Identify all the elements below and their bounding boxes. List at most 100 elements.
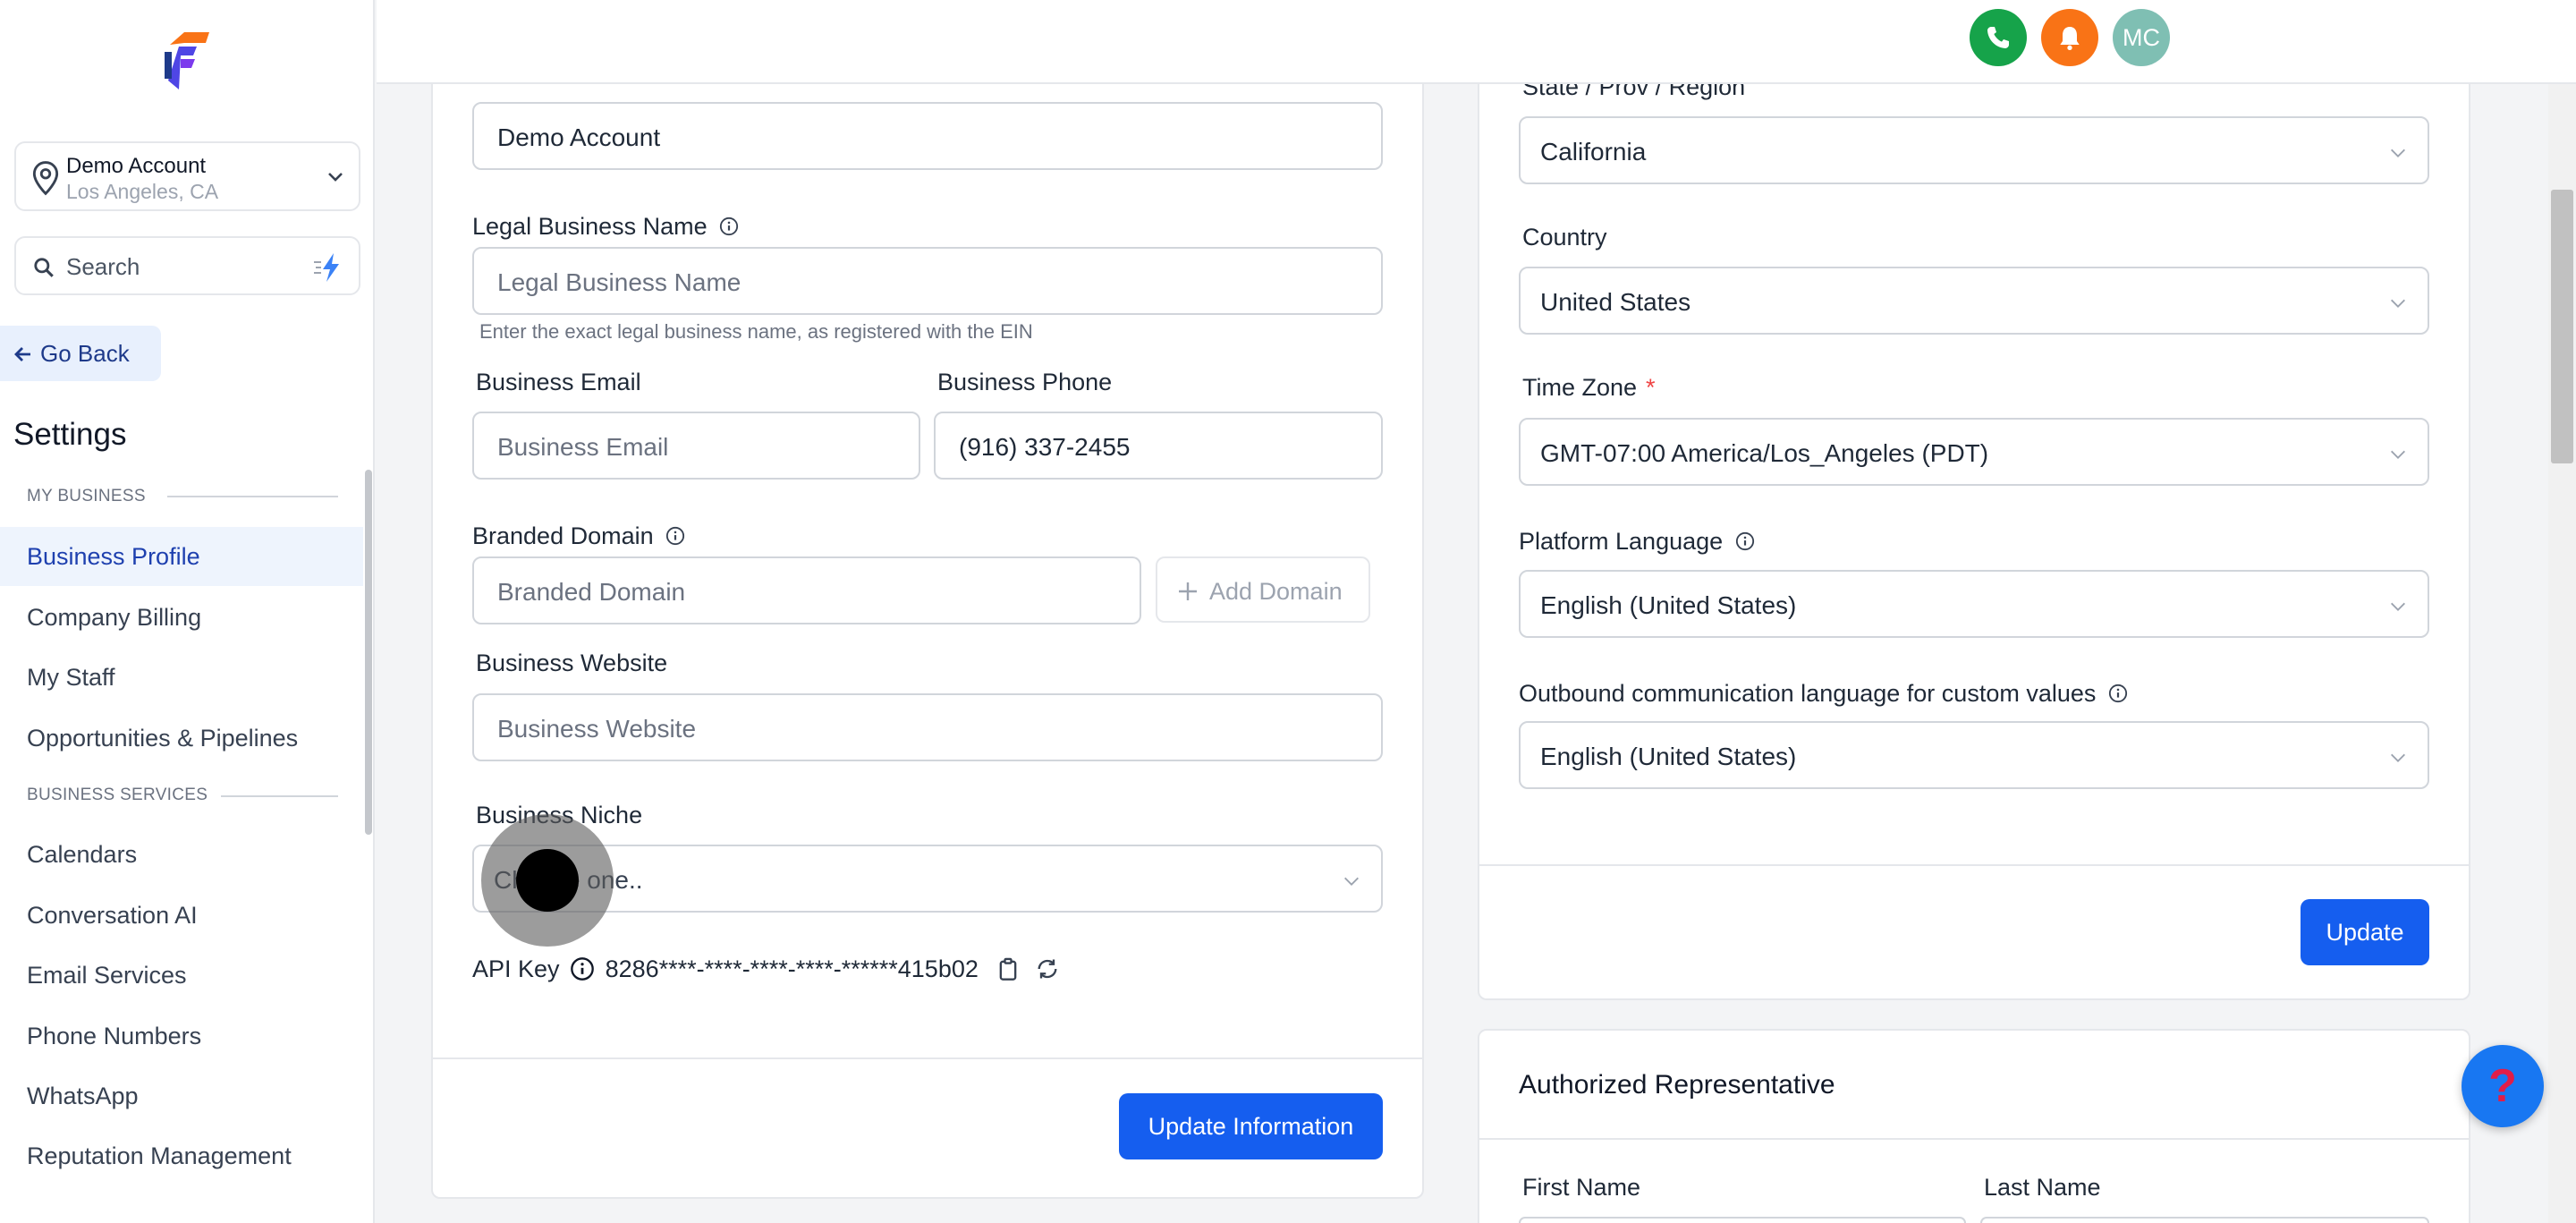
go-back-button[interactable]: Go Back — [0, 326, 161, 381]
platform-language-select[interactable]: English (United States) — [1519, 570, 2429, 638]
help-button[interactable]: ? — [2462, 1045, 2544, 1127]
business-email-placeholder: Business Email — [497, 433, 669, 461]
business-email-input[interactable]: Business Email — [472, 412, 920, 480]
state-select[interactable]: California — [1519, 116, 2429, 184]
sidebar-item-company-billing[interactable]: Company Billing — [0, 588, 363, 647]
plus-icon — [1179, 582, 1197, 600]
arrow-left-icon — [14, 347, 30, 361]
account-switcher[interactable]: Demo Account Los Angeles, CA — [14, 141, 360, 211]
info-icon[interactable] — [570, 956, 595, 981]
info-icon[interactable] — [665, 526, 685, 546]
section-divider — [221, 795, 338, 797]
app-logo[interactable] — [157, 27, 213, 89]
update-button[interactable]: Update — [2301, 899, 2429, 965]
info-icon[interactable] — [1735, 531, 1755, 551]
api-key-row: API Key 8286****-****-****-****-******41… — [472, 955, 1063, 983]
chevron-down-icon — [2391, 450, 2405, 459]
question-mark-icon: ? — [2488, 1060, 2517, 1112]
last-name-label: Last Name — [1984, 1174, 2101, 1201]
platform-language-label-text: Platform Language — [1519, 528, 1724, 555]
chevron-down-icon — [1344, 877, 1359, 886]
sidebar-item-calendars[interactable]: Calendars — [0, 825, 363, 884]
sidebar-item-opportunities-pipelines[interactable]: Opportunities & Pipelines — [0, 709, 363, 768]
legal-business-name-label: Legal Business Name — [472, 213, 739, 241]
chevron-down-icon — [328, 173, 343, 182]
sidebar-item-label: Conversation AI — [27, 902, 198, 929]
outbound-language-label-text: Outbound communication language for cust… — [1519, 680, 2097, 707]
country-value: United States — [1540, 288, 1691, 316]
state-value: California — [1540, 138, 1647, 166]
country-select[interactable]: United States — [1519, 267, 2429, 335]
friendly-business-name-field[interactable]: Demo Account — [472, 102, 1383, 170]
sidebar-item-whatsapp[interactable]: WhatsApp — [0, 1066, 363, 1125]
top-bar — [377, 0, 2576, 84]
sidebar-item-label: Reputation Management — [27, 1142, 292, 1169]
legal-business-name-input[interactable]: Legal Business Name — [472, 247, 1383, 315]
card-footer-divider — [1479, 864, 2469, 866]
last-name-input[interactable] — [1980, 1217, 2429, 1223]
click-indicator-dot — [516, 849, 579, 912]
api-key-value: 8286****-****-****-****-******415b02 — [605, 955, 979, 982]
card-footer-divider — [433, 1057, 1422, 1059]
update-information-button[interactable]: Update Information — [1119, 1093, 1383, 1159]
time-zone-select[interactable]: GMT-07:00 America/Los_Angeles (PDT) — [1519, 418, 2429, 486]
time-zone-label-text: Time Zone — [1522, 374, 1638, 401]
sidebar-item-email-services[interactable]: Email Services — [0, 946, 363, 1005]
sidebar-search[interactable]: Search — [14, 236, 360, 295]
branded-domain-label-text: Branded Domain — [472, 522, 654, 549]
branded-domain-input[interactable]: Branded Domain — [472, 556, 1141, 624]
account-location: Los Angeles, CA — [66, 180, 219, 203]
info-icon[interactable] — [719, 217, 739, 236]
card-header-divider — [1479, 1138, 2469, 1140]
main-scrollbar-thumb[interactable] — [2551, 190, 2573, 463]
sidebar-item-label: My Staff — [27, 664, 115, 691]
search-label: Search — [66, 253, 140, 280]
quick-action-bolt-icon[interactable] — [310, 250, 346, 285]
add-domain-button[interactable]: Add Domain — [1156, 556, 1370, 623]
sidebar-scrollbar[interactable] — [365, 470, 372, 835]
refresh-icon[interactable] — [1035, 956, 1060, 981]
sidebar-item-reputation-management[interactable]: Reputation Management — [0, 1126, 363, 1185]
sidebar-item-conversation-ai[interactable]: Conversation AI — [0, 886, 363, 945]
sidebar-item-label: Email Services — [27, 962, 187, 989]
outbound-language-select[interactable]: English (United States) — [1519, 721, 2429, 789]
business-phone-input[interactable]: (916) 337-2455 — [934, 412, 1383, 480]
settings-title: Settings — [13, 417, 127, 452]
api-key-label: API Key — [472, 955, 560, 982]
first-name-input[interactable] — [1519, 1217, 1966, 1223]
authorized-representative-title: Authorized Representative — [1519, 1070, 1835, 1100]
sidebar-item-label: Phone Numbers — [27, 1023, 202, 1049]
sidebar-item-my-staff[interactable]: My Staff — [0, 648, 363, 707]
go-back-label: Go Back — [40, 340, 130, 367]
sidebar-item-label: Calendars — [27, 841, 138, 868]
location-pin-icon — [32, 161, 59, 196]
outbound-language-label: Outbound communication language for cust… — [1519, 680, 2128, 708]
sidebar-item-business-profile[interactable]: Business Profile — [0, 527, 363, 586]
phone-button[interactable] — [1970, 9, 2027, 66]
business-website-input[interactable]: Business Website — [472, 693, 1383, 761]
sidebar-item-label: WhatsApp — [27, 1083, 139, 1109]
first-name-label: First Name — [1522, 1174, 1641, 1201]
sidebar-item-phone-numbers[interactable]: Phone Numbers — [0, 1006, 363, 1066]
sidebar-item-label: Company Billing — [27, 604, 202, 631]
chevron-down-icon — [2391, 299, 2405, 308]
section-heading-my-business: MY BUSINESS — [27, 487, 146, 505]
clipboard-copy-icon[interactable] — [996, 956, 1021, 981]
user-avatar[interactable]: MC — [2113, 9, 2170, 66]
business-website-placeholder: Business Website — [497, 715, 697, 743]
platform-language-value: English (United States) — [1540, 591, 1797, 619]
search-icon — [34, 258, 54, 277]
required-marker: * — [1646, 374, 1656, 401]
legal-business-name-hint: Enter the exact legal business name, as … — [479, 320, 1033, 343]
section-divider — [167, 496, 338, 497]
time-zone-value: GMT-07:00 America/Los_Angeles (PDT) — [1540, 439, 1989, 467]
branded-domain-label: Branded Domain — [472, 522, 685, 550]
outbound-language-value: English (United States) — [1540, 743, 1797, 770]
notifications-button[interactable] — [2041, 9, 2098, 66]
info-icon[interactable] — [2108, 684, 2128, 703]
sidebar-item-label: Business Profile — [27, 543, 200, 570]
business-phone-label: Business Phone — [937, 369, 1113, 395]
business-website-label: Business Website — [476, 650, 668, 676]
country-label: Country — [1522, 224, 1607, 251]
business-phone-value: (916) 337-2455 — [959, 433, 1131, 461]
